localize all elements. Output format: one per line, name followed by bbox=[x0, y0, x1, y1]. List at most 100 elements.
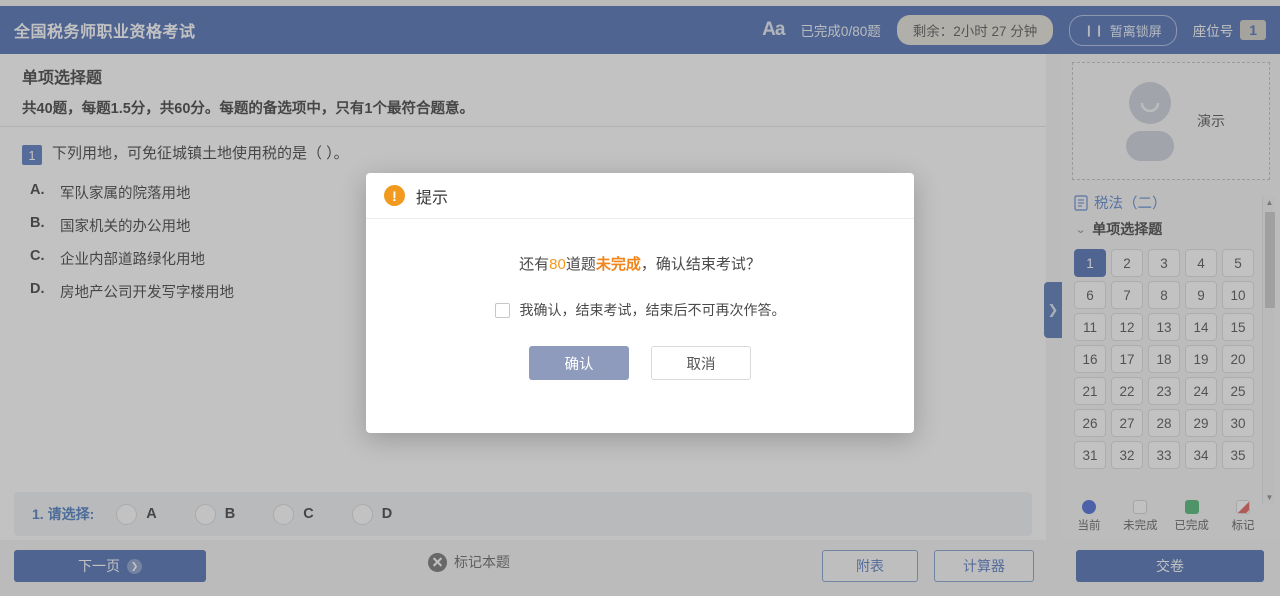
sidebar-scrollbar[interactable]: ▲ ▼ bbox=[1262, 196, 1275, 504]
question-cell[interactable]: 34 bbox=[1185, 441, 1217, 469]
question-cell[interactable]: 28 bbox=[1148, 409, 1180, 437]
seat-number-group: 座位号 1 bbox=[1193, 20, 1266, 40]
question-cell[interactable]: 14 bbox=[1185, 313, 1217, 341]
option-letter: B. bbox=[30, 215, 45, 231]
pause-icon: ❙❙ bbox=[1084, 24, 1105, 37]
answer-choice-d[interactable]: D bbox=[351, 503, 392, 525]
confirm-checkbox[interactable] bbox=[494, 302, 510, 318]
option-text: 房地产公司开发写字楼用地 bbox=[60, 285, 234, 301]
subject-row: 税法（二） bbox=[1062, 180, 1280, 213]
seat-label: 座位号 bbox=[1192, 24, 1234, 39]
answer-choice-label: C bbox=[303, 506, 314, 522]
question-cell[interactable]: 2 bbox=[1111, 249, 1143, 277]
dialog-message: 还有80道题未完成，确认结束考试？ bbox=[366, 253, 914, 274]
status-legend: 当前 未完成 已完成 标记 bbox=[1066, 500, 1266, 533]
question-cell[interactable]: 3 bbox=[1148, 249, 1180, 277]
arrow-right-icon: ❯ bbox=[127, 558, 142, 574]
radio-icon[interactable] bbox=[351, 503, 373, 525]
remaining-time-badge: 剩余：2小时 27 分钟 bbox=[896, 15, 1054, 45]
seat-number-badge: 1 bbox=[1240, 20, 1266, 40]
question-cell[interactable]: 6 bbox=[1074, 281, 1106, 309]
question-cell[interactable]: 9 bbox=[1185, 281, 1217, 309]
question-cell[interactable]: 13 bbox=[1148, 313, 1180, 341]
lock-screen-button[interactable]: ❙❙ 暂离锁屏 bbox=[1069, 14, 1177, 46]
font-size-icon[interactable]: Aa bbox=[762, 19, 785, 41]
confirm-checkbox-row[interactable]: 我确认，结束考试，结束后不可再次作答。 bbox=[366, 300, 914, 320]
question-number-grid: 1 2 3 4 5 6 7 8 9 10 11 12 13 14 15 16 17 18 19 20 21 22 23 24 2… bbox=[1074, 249, 1268, 469]
option-text: 国家机关的办公用地 bbox=[60, 219, 191, 235]
question-cell[interactable]: 12 bbox=[1111, 313, 1143, 341]
legend-swatch-icon bbox=[1235, 500, 1250, 514]
question-cell[interactable]: 31 bbox=[1074, 441, 1106, 469]
answer-selection-bar: 1. 请选择: A B C D bbox=[14, 492, 1032, 536]
subject-name[interactable]: 税法（二） bbox=[1094, 192, 1167, 213]
scrollbar-thumb[interactable] bbox=[1264, 212, 1275, 308]
lock-screen-label: 暂离锁屏 bbox=[1109, 23, 1162, 39]
scroll-up-arrow-icon[interactable]: ▲ bbox=[1263, 196, 1276, 209]
question-cell[interactable]: 27 bbox=[1111, 409, 1143, 437]
question-cell[interactable]: 30 bbox=[1222, 409, 1254, 437]
question-cell[interactable]: 17 bbox=[1111, 345, 1143, 373]
question-cell[interactable]: 16 bbox=[1074, 345, 1106, 373]
answer-choice-b[interactable]: B bbox=[194, 503, 236, 525]
question-cell[interactable]: 15 bbox=[1222, 313, 1254, 341]
document-icon bbox=[1074, 194, 1088, 211]
question-cell[interactable]: 33 bbox=[1148, 441, 1180, 469]
flag-question-button[interactable]: 标记本题 bbox=[428, 552, 510, 572]
question-cell[interactable]: 35 bbox=[1222, 441, 1254, 469]
question-cell[interactable]: 23 bbox=[1148, 377, 1180, 405]
question-cell[interactable]: 22 bbox=[1111, 377, 1143, 405]
question-cell[interactable]: 21 bbox=[1074, 377, 1106, 405]
next-page-button[interactable]: 下一页 ❯ bbox=[14, 550, 206, 582]
submit-exam-button[interactable]: 交卷 bbox=[1076, 550, 1264, 582]
legend-label: 标记 bbox=[1231, 520, 1255, 532]
sidebar-collapse-handle[interactable]: ❯ bbox=[1044, 282, 1062, 338]
confirm-button[interactable]: 确认 bbox=[529, 346, 629, 380]
question-cell[interactable]: 8 bbox=[1148, 281, 1180, 309]
legend-swatch-icon bbox=[1082, 500, 1096, 514]
question-number-badge: 1 bbox=[22, 145, 42, 165]
question-cell[interactable]: 10 bbox=[1222, 281, 1254, 309]
question-cell[interactable]: 24 bbox=[1185, 377, 1217, 405]
question-cell[interactable]: 29 bbox=[1185, 409, 1217, 437]
legend-swatch-icon bbox=[1133, 500, 1148, 514]
question-cell[interactable]: 20 bbox=[1222, 345, 1254, 373]
radio-icon[interactable] bbox=[273, 503, 295, 525]
progress-status: 已完成0/80题 bbox=[800, 24, 881, 39]
radio-icon[interactable] bbox=[194, 503, 216, 525]
question-cell[interactable]: 32 bbox=[1111, 441, 1143, 469]
question-cell[interactable]: 25 bbox=[1222, 377, 1254, 405]
question-cell[interactable]: 18 bbox=[1148, 345, 1180, 373]
avatar bbox=[1117, 77, 1183, 166]
question-cell[interactable]: 7 bbox=[1111, 281, 1143, 309]
question-cell[interactable]: 26 bbox=[1074, 409, 1106, 437]
right-sidebar: 演示 税法（二） ⌄ 单项选择题 1 2 3 4 5 6 7 8 9 10 11 12 13 14 15 16… bbox=[1062, 54, 1280, 540]
calculator-button[interactable]: 计算器 bbox=[934, 550, 1034, 582]
unfinished-status: 未完成 bbox=[595, 256, 641, 273]
question-cell[interactable]: 5 bbox=[1222, 249, 1254, 277]
section-header: 单项选择题 共40题，每题1.5分，共60分。每题的备选项中，只有1个最符合题意… bbox=[0, 54, 1046, 127]
answer-choice-label: B bbox=[224, 506, 236, 522]
answer-choice-c[interactable]: C bbox=[273, 503, 314, 525]
message-mid: 道题 bbox=[565, 256, 596, 273]
dialog-actions: 确认 取消 bbox=[366, 346, 914, 380]
attachment-button[interactable]: 附表 bbox=[822, 550, 918, 582]
unfinished-count: 80 bbox=[549, 256, 566, 273]
question-cell[interactable]: 4 bbox=[1185, 249, 1217, 277]
section-description: 共40题，每题1.5分，共60分。每题的备选项中，只有1个最符合题意。 bbox=[22, 101, 474, 117]
cancel-button[interactable]: 取消 bbox=[651, 346, 751, 380]
chevron-down-icon: ⌄ bbox=[1074, 223, 1087, 236]
question-cell[interactable]: 11 bbox=[1074, 313, 1106, 341]
header-right-group: Aa 已完成0/80题 剩余：2小时 27 分钟 ❙❙ 暂离锁屏 座位号 1 bbox=[762, 14, 1280, 46]
question-cell[interactable]: 1 bbox=[1074, 249, 1106, 277]
question-group-row[interactable]: ⌄ 单项选择题 bbox=[1062, 213, 1280, 239]
radio-icon[interactable] bbox=[116, 503, 138, 525]
flag-icon bbox=[428, 552, 447, 572]
legend-item: 未完成 bbox=[1117, 500, 1163, 533]
legend-item: 当前 bbox=[1066, 500, 1112, 533]
answer-prompt-label: 1. 请选择: bbox=[32, 506, 95, 522]
bottom-toolbar: 下一页 ❯ 标记本题 附表 计算器 交卷 bbox=[0, 540, 1280, 596]
question-cell[interactable]: 19 bbox=[1185, 345, 1217, 373]
answer-choice-a[interactable]: A bbox=[116, 503, 157, 525]
message-suffix: ，确认结束考试？ bbox=[640, 256, 761, 273]
